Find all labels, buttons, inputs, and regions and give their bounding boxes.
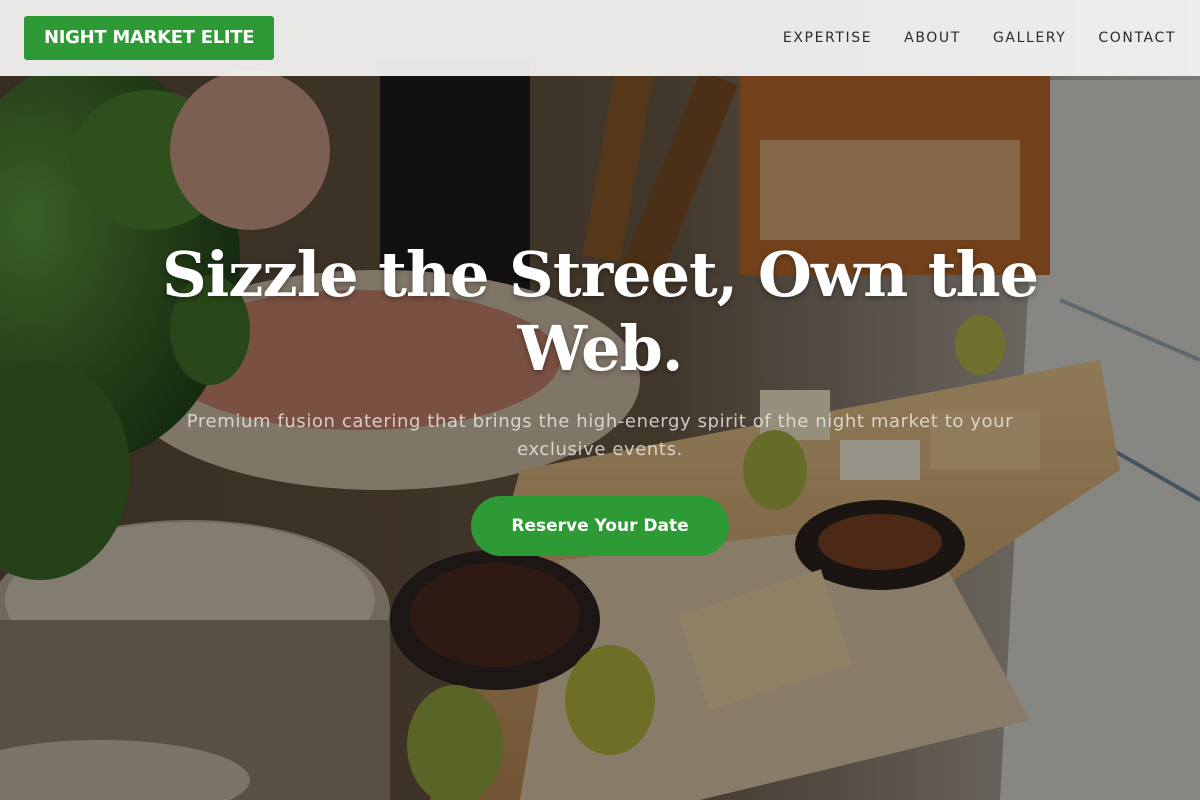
nav-link-expertise[interactable]: EXPERTISE: [783, 30, 872, 46]
hero-headline: Sizzle the Street, Own the Web.: [161, 238, 1039, 385]
site-header: NIGHT MARKET ELITE EXPERTISE ABOUT GALLE…: [0, 0, 1200, 76]
hero-subtitle: Premium fusion catering that brings the …: [186, 411, 1014, 460]
nav-link-about[interactable]: ABOUT: [904, 30, 961, 46]
main-nav: EXPERTISE ABOUT GALLERY CONTACT: [783, 30, 1176, 46]
site-logo[interactable]: NIGHT MARKET ELITE: [24, 16, 275, 60]
nav-link-contact[interactable]: CONTACT: [1098, 30, 1176, 46]
nav-link-gallery[interactable]: GALLERY: [993, 30, 1066, 46]
hero-content: Sizzle the Street, Own the Web. Premium …: [150, 238, 1050, 556]
reserve-date-button[interactable]: Reserve Your Date: [471, 496, 729, 556]
hero-section: NIGHT MARKET ELITE EXPERTISE ABOUT GALLE…: [0, 0, 1200, 800]
